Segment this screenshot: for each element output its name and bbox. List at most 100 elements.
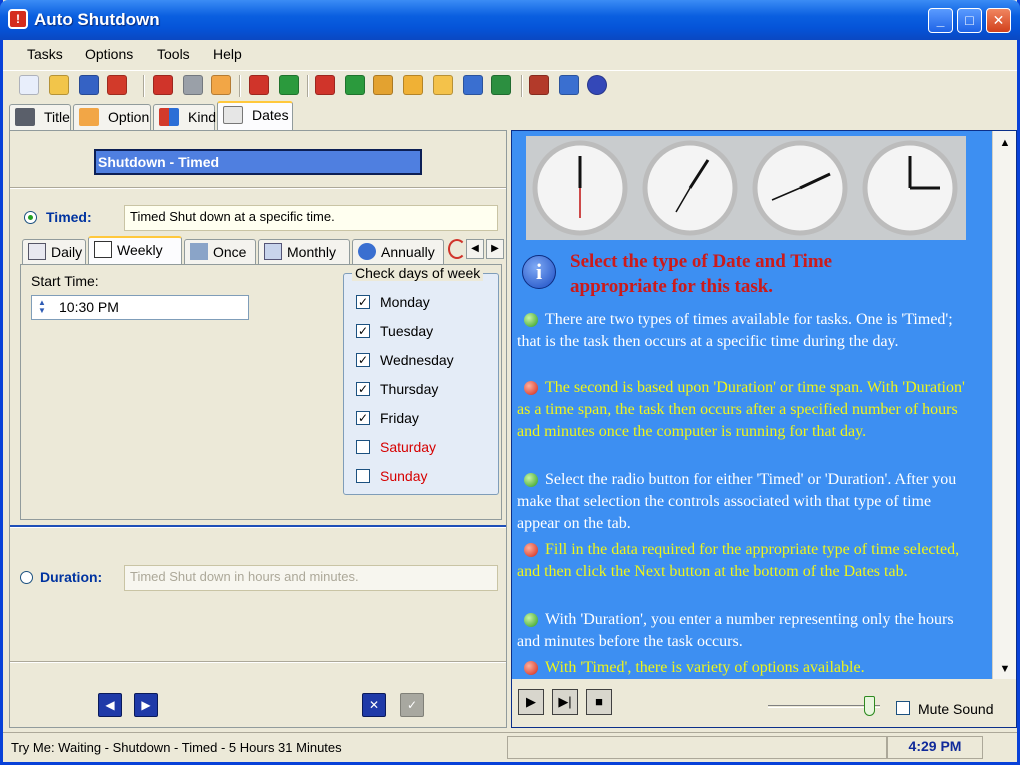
tab-option[interactable]: Option xyxy=(73,104,151,130)
close-button[interactable]: ✕ xyxy=(986,8,1011,33)
subtab-monthly[interactable]: Monthly xyxy=(258,239,350,264)
duration-label: Duration: xyxy=(40,569,103,585)
help-icon[interactable] xyxy=(587,75,607,95)
toolbar-separator xyxy=(143,75,145,97)
menu-help[interactable]: Help xyxy=(213,46,242,62)
save-icon[interactable] xyxy=(79,75,99,95)
restart-icon[interactable] xyxy=(491,75,511,95)
app-icon: ! xyxy=(8,9,28,29)
exit-icon[interactable] xyxy=(529,75,549,95)
status-cell xyxy=(507,736,887,759)
scroll-down-arrow[interactable]: ▼ xyxy=(997,661,1013,677)
days-group-label: Check days of week xyxy=(352,265,484,281)
duration-input[interactable]: Timed Shut down in hours and minutes. xyxy=(124,565,498,591)
scroll-up-arrow[interactable]: ▲ xyxy=(997,135,1013,151)
red-bullet-icon xyxy=(524,543,538,557)
power-icon[interactable] xyxy=(463,75,483,95)
checkbox-sunday[interactable] xyxy=(356,469,370,483)
green-bullet-icon xyxy=(524,473,538,487)
back-button[interactable]: ◀ xyxy=(98,693,122,717)
shutdown-icon[interactable] xyxy=(315,75,335,95)
tab-kind[interactable]: Kind xyxy=(153,104,217,130)
green-bullet-icon xyxy=(524,613,538,627)
checkbox-thursday[interactable]: ✓ xyxy=(356,382,370,396)
play-button[interactable]: ▶ xyxy=(518,689,544,715)
checkbox-tuesday[interactable]: ✓ xyxy=(356,324,370,338)
info-scrollbar[interactable]: ▲ ▼ xyxy=(992,131,1016,679)
toolbar-separator xyxy=(521,75,523,97)
start-time-value: 10:30 PM xyxy=(59,299,119,315)
subtab-annually-label: Annually xyxy=(381,244,435,260)
next-button[interactable]: ▶ xyxy=(134,693,158,717)
start-time-label: Start Time: xyxy=(31,273,99,289)
key-icon[interactable] xyxy=(373,75,393,95)
checkbox-friday[interactable]: ✓ xyxy=(356,411,370,425)
spin-arrows-icon[interactable]: ▲ ▼ xyxy=(35,299,49,316)
stop-button[interactable]: ■ xyxy=(586,689,612,715)
tab-option-label: Option xyxy=(108,109,150,125)
minimize-button[interactable]: _ xyxy=(928,8,953,33)
logoff-icon[interactable] xyxy=(249,75,269,95)
skip-button[interactable]: ▶| xyxy=(552,689,578,715)
standby-icon[interactable] xyxy=(433,75,453,95)
subtab-daily[interactable]: Daily xyxy=(22,239,86,264)
info-paragraph-text: With 'Duration', you enter a number repr… xyxy=(517,611,954,650)
timed-description: Timed Shut down at a specific time. xyxy=(124,205,498,231)
new-task-icon[interactable] xyxy=(19,75,39,95)
subtab-monthly-label: Monthly xyxy=(287,244,337,260)
tab-kind-label: Kind xyxy=(188,109,217,125)
login-icon[interactable] xyxy=(279,75,299,95)
day-label: Monday xyxy=(380,294,430,310)
subtab-once[interactable]: Once xyxy=(184,239,256,264)
delete-icon[interactable] xyxy=(107,75,127,95)
checkbox-saturday[interactable] xyxy=(356,440,370,454)
timed-radio[interactable] xyxy=(24,211,37,224)
start-time-input[interactable]: ▲ ▼ 10:30 PM xyxy=(31,295,249,320)
globe-icon xyxy=(358,243,376,260)
menu-options[interactable]: Options xyxy=(85,46,133,62)
title-bar[interactable]: ! Auto Shutdown _ □ ✕ xyxy=(0,0,1020,40)
network-icon[interactable] xyxy=(345,75,365,95)
tab-dates-label: Dates xyxy=(252,107,289,123)
divider xyxy=(10,187,506,189)
green-bullet-icon xyxy=(524,313,538,327)
info-paragraph: There are two types of times available f… xyxy=(517,309,977,353)
duration-radio[interactable] xyxy=(20,571,33,584)
toolbar xyxy=(3,70,1017,100)
red-bullet-icon xyxy=(524,661,538,675)
window-title: Auto Shutdown xyxy=(34,10,160,29)
calendar-icon xyxy=(223,106,243,124)
clapper-icon xyxy=(15,108,35,126)
cancel-button[interactable]: ✕ xyxy=(362,693,386,717)
info-paragraph-text: Fill in the data required for the approp… xyxy=(517,541,960,580)
lock-icon[interactable] xyxy=(403,75,423,95)
dates-panel: Shutdown - Timed Timed: Timed Shut down … xyxy=(9,130,507,728)
edit-icon[interactable] xyxy=(211,75,231,95)
info-paragraph-text: Select the radio button for either 'Time… xyxy=(517,471,957,532)
clock-image xyxy=(752,140,848,236)
gear-icon[interactable] xyxy=(183,75,203,95)
info-icon: i xyxy=(522,255,556,289)
info-paragraph-text: The second is based upon 'Duration' or t… xyxy=(517,379,965,440)
tab-dates[interactable]: Dates xyxy=(217,101,293,130)
menu-bar: Tasks Options Tools Help xyxy=(3,40,1017,68)
subtab-weekly[interactable]: Weekly xyxy=(88,236,182,264)
maximize-button[interactable]: □ xyxy=(957,8,982,33)
subtab-annually[interactable]: Annually xyxy=(352,239,444,264)
tab-scroll-left[interactable]: ◀ xyxy=(466,239,484,259)
open-folder-icon[interactable] xyxy=(49,75,69,95)
once-icon xyxy=(190,243,208,260)
day-label: Friday xyxy=(380,410,419,426)
checkbox-monday[interactable]: ✓ xyxy=(356,295,370,309)
info-panel: i Select the type of Date and Time appro… xyxy=(511,130,1017,728)
tab-title[interactable]: Title xyxy=(9,104,71,130)
tab-scroll-right[interactable]: ▶ xyxy=(486,239,504,259)
download-icon[interactable] xyxy=(153,75,173,95)
mute-checkbox[interactable] xyxy=(896,701,910,715)
checkbox-wednesday[interactable]: ✓ xyxy=(356,353,370,367)
menu-tools[interactable]: Tools xyxy=(157,46,190,62)
info-icon[interactable] xyxy=(559,75,579,95)
menu-tasks[interactable]: Tasks xyxy=(27,46,63,62)
volume-slider-thumb[interactable] xyxy=(864,696,875,716)
ok-button[interactable]: ✓ xyxy=(400,693,424,717)
